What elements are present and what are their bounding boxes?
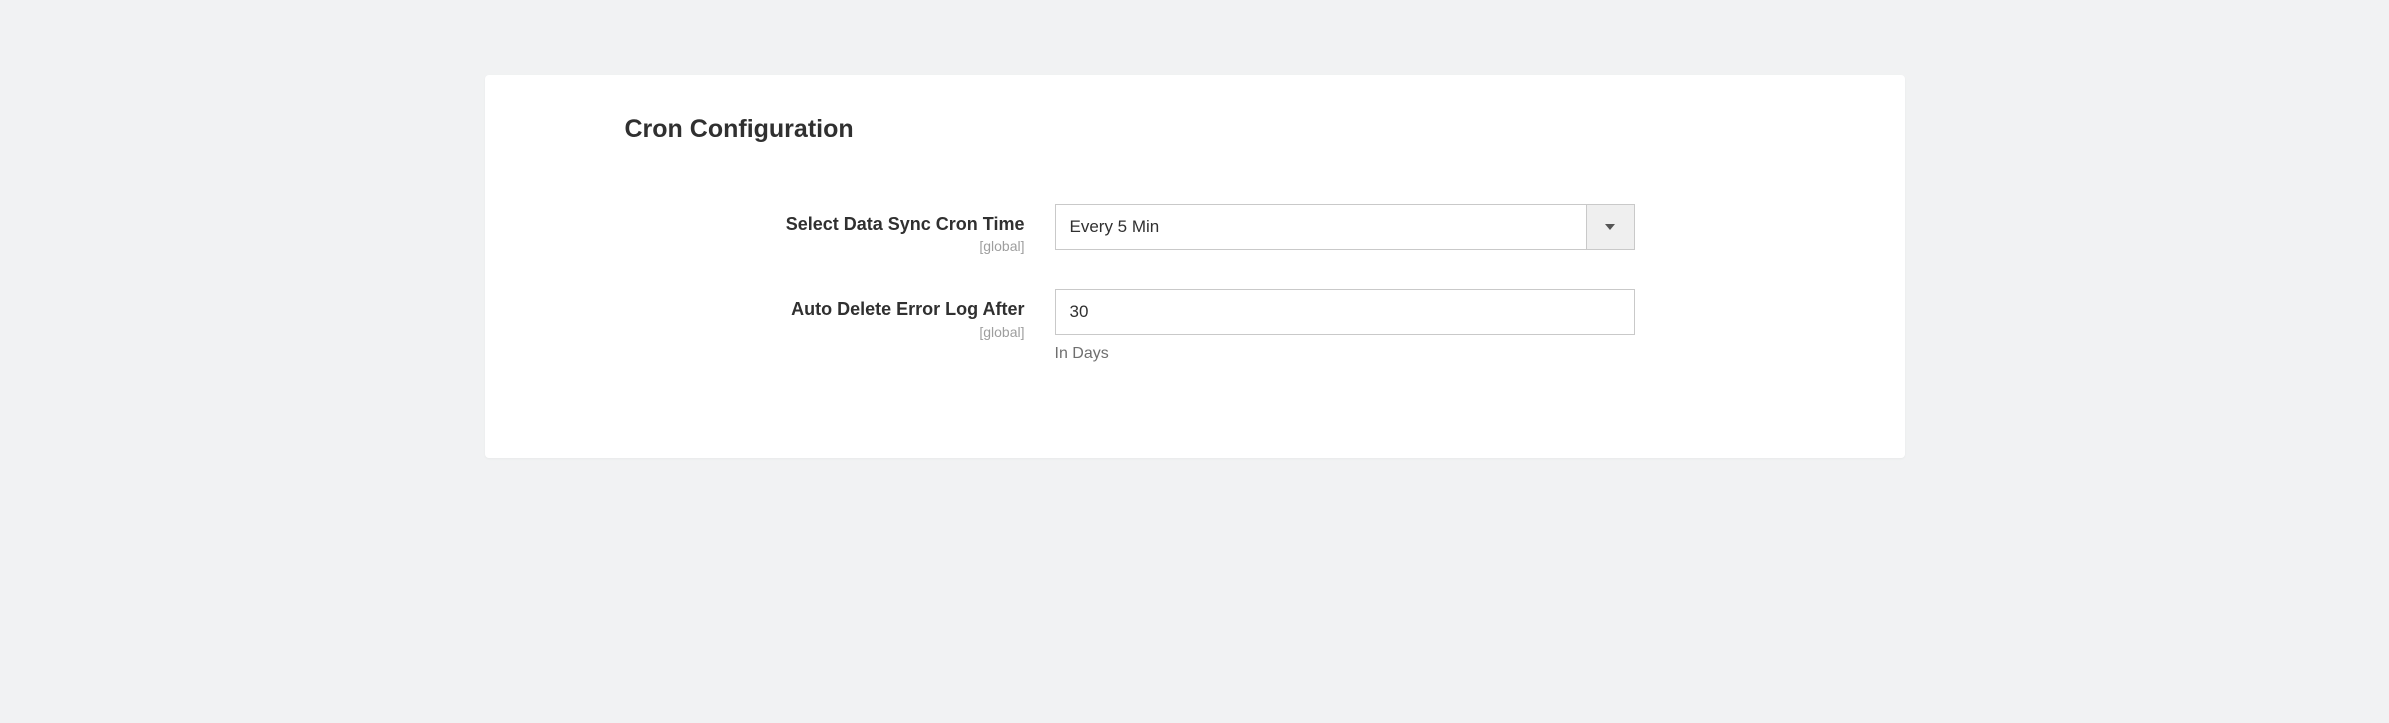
auto-delete-label: Auto Delete Error Log After [625,297,1025,321]
label-col: Auto Delete Error Log After [global] [625,289,1055,339]
label-col: Select Data Sync Cron Time [global] [625,204,1055,254]
chevron-down-icon [1605,224,1615,230]
auto-delete-input[interactable] [1055,289,1635,335]
form-row-cron-time: Select Data Sync Cron Time [global] Ever… [625,204,1845,254]
auto-delete-scope: [global] [625,324,1025,340]
cron-time-dropdown-button[interactable] [1586,205,1634,249]
cron-time-label: Select Data Sync Cron Time [625,212,1025,236]
config-panel: Cron Configuration Select Data Sync Cron… [485,75,1905,458]
input-col: In Days [1055,289,1635,363]
cron-time-select[interactable]: Every 5 Min [1055,204,1635,250]
cron-time-scope: [global] [625,238,1025,254]
cron-time-select-value[interactable]: Every 5 Min [1056,205,1586,249]
input-col: Every 5 Min [1055,204,1635,250]
form-row-auto-delete: Auto Delete Error Log After [global] In … [625,289,1845,363]
section-title: Cron Configuration [625,115,1845,144]
auto-delete-help: In Days [1055,345,1635,363]
